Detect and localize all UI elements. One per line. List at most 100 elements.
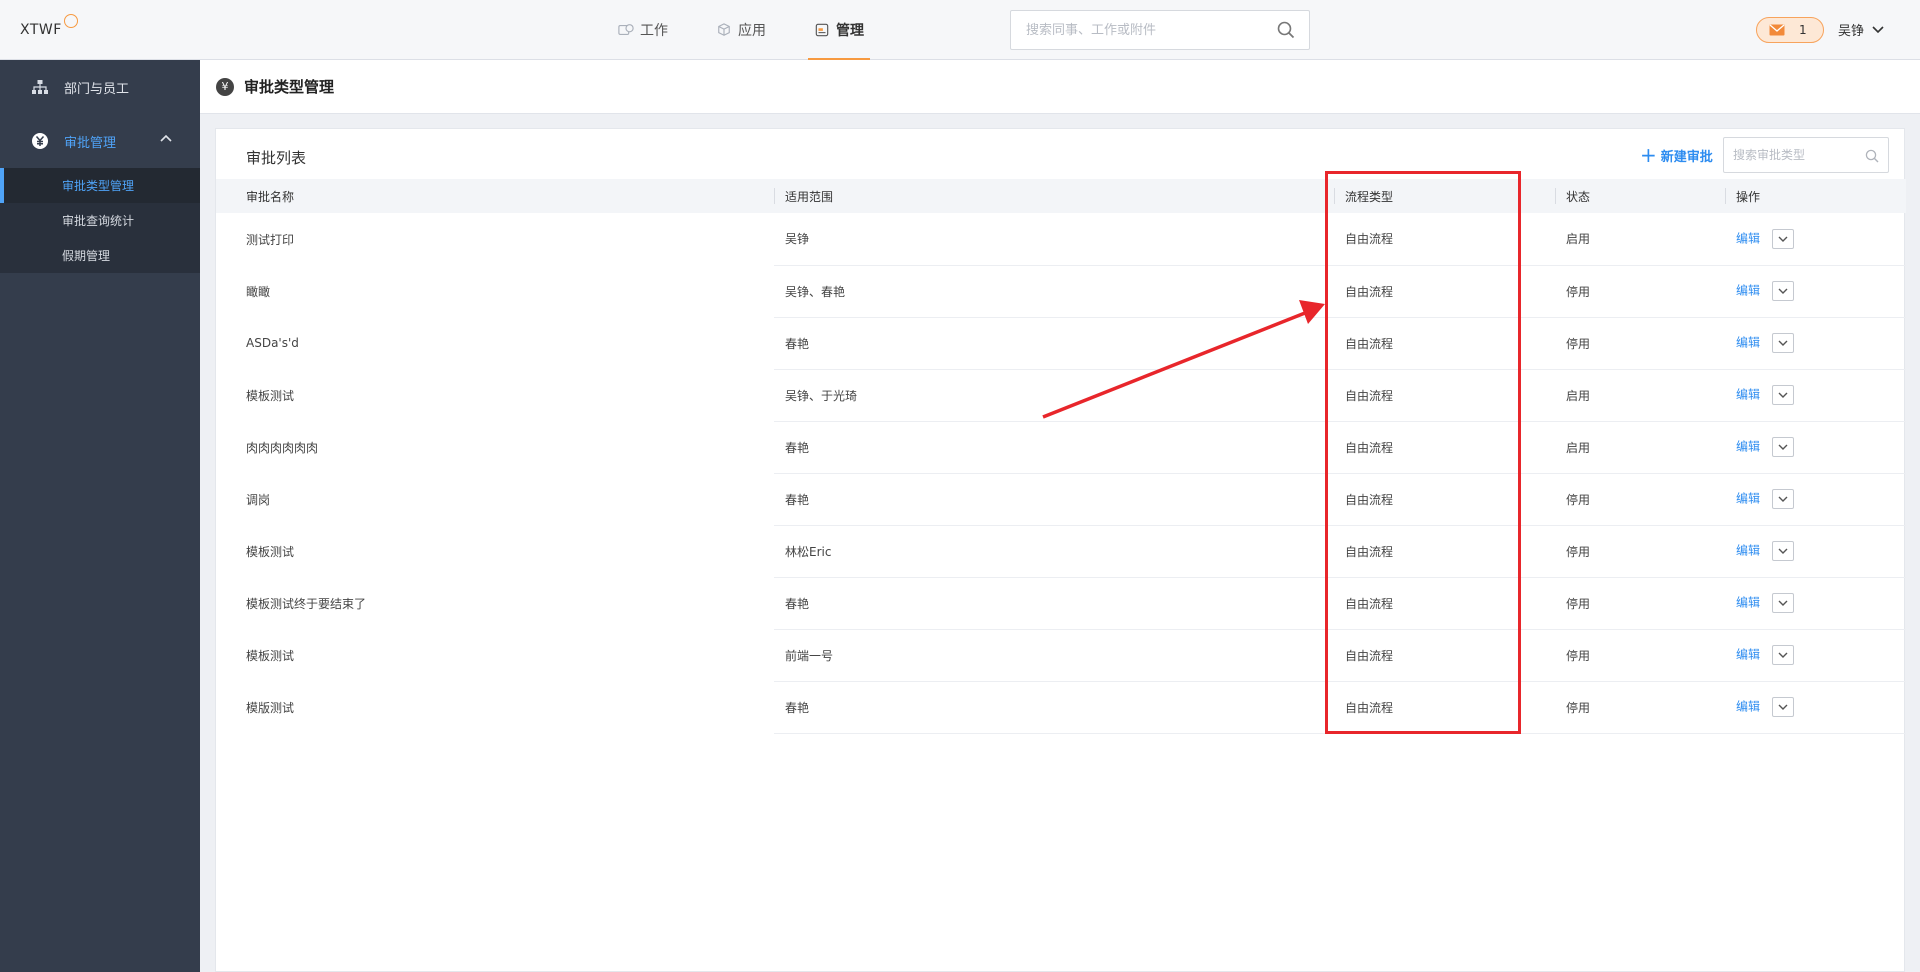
- cell-flow-type: 自由流程: [1334, 473, 1555, 526]
- cell-scope: 春艳: [774, 473, 1334, 526]
- nav-label-apps: 应用: [738, 23, 766, 39]
- cell-approval-name: 调岗: [246, 492, 271, 507]
- table-row[interactable]: 肉肉肉肉肉肉 春艳 自由流程 启用 编辑: [216, 421, 1906, 474]
- search-icon[interactable]: [1865, 149, 1879, 163]
- cell-flow-type: 自由流程: [1334, 213, 1555, 266]
- cell-scope: 前端一号: [774, 629, 1334, 682]
- edit-link[interactable]: 编辑: [1736, 596, 1760, 610]
- column-header-scope[interactable]: 适用范围: [774, 179, 1334, 213]
- cell-scope: 春艳: [774, 681, 1334, 734]
- global-search-input[interactable]: [1011, 11, 1261, 49]
- cell-actions: 编辑: [1725, 681, 1906, 734]
- cell-scope: 吴铮、春艳: [774, 265, 1334, 318]
- user-name: 吴铮: [1838, 24, 1865, 39]
- chevron-down-icon: [1778, 288, 1788, 294]
- more-actions-dropdown[interactable]: [1772, 697, 1795, 717]
- table-row[interactable]: 模板测试终于要结束了 春艳 自由流程 停用 编辑: [216, 577, 1906, 630]
- cell-actions: 编辑: [1725, 369, 1906, 422]
- more-actions-dropdown[interactable]: [1772, 541, 1795, 561]
- column-header-name[interactable]: 审批名称: [216, 179, 774, 213]
- sidebar: 部门与员工 审批管理 审批类型管理 审批查询统计 假期管理: [0, 60, 200, 972]
- cell-scope: 春艳: [774, 317, 1334, 370]
- edit-link[interactable]: 编辑: [1736, 231, 1760, 245]
- edit-link[interactable]: 编辑: [1736, 388, 1760, 402]
- main-nav: 工作 应用 管理: [612, 0, 906, 60]
- nav-item-manage[interactable]: 管理: [808, 0, 870, 60]
- cell-flow-type: 自由流程: [1334, 525, 1555, 578]
- cell-approval-name: 瞰瞰: [246, 284, 271, 299]
- sidebar-subitem-holiday-management[interactable]: 假期管理: [0, 238, 200, 273]
- column-header-flow-type[interactable]: 流程类型: [1334, 179, 1555, 213]
- table-row[interactable]: 模板测试 前端一号 自由流程 停用 编辑: [216, 629, 1906, 682]
- apps-cube-icon: [718, 23, 730, 36]
- chevron-down-icon: [1872, 25, 1884, 33]
- more-actions-dropdown[interactable]: [1772, 437, 1795, 457]
- search-icon[interactable]: [1277, 21, 1295, 39]
- more-actions-dropdown[interactable]: [1772, 385, 1795, 405]
- sidebar-item-approval-management[interactable]: 审批管理: [0, 114, 200, 168]
- table-row[interactable]: 瞰瞰 吴铮、春艳 自由流程 停用 编辑: [216, 265, 1906, 318]
- org-chart-icon: [30, 77, 50, 97]
- table-row[interactable]: 模板测试 吴铮、于光琦 自由流程 启用 编辑: [216, 369, 1906, 422]
- table-row[interactable]: 模板测试 林松Eric 自由流程 停用 编辑: [216, 525, 1906, 578]
- chevron-down-icon: [1778, 496, 1788, 502]
- edit-link[interactable]: 编辑: [1736, 648, 1760, 662]
- cell-flow-type: 自由流程: [1334, 681, 1555, 734]
- table-row[interactable]: 模版测试 春艳 自由流程 停用 编辑: [216, 681, 1906, 734]
- cell-flow-type: 自由流程: [1334, 369, 1555, 422]
- cell-approval-name: 模板测试终于要结束了: [246, 596, 367, 611]
- new-approval-button[interactable]: + 新建审批: [1640, 145, 1713, 165]
- cell-flow-type: 自由流程: [1334, 265, 1555, 318]
- edit-link[interactable]: 编辑: [1736, 492, 1760, 506]
- yen-circle-icon: [30, 131, 50, 151]
- edit-link[interactable]: 编辑: [1736, 284, 1760, 298]
- cell-status: 停用: [1555, 577, 1725, 630]
- cell-flow-type: 自由流程: [1334, 629, 1555, 682]
- cell-flow-type: 自由流程: [1334, 421, 1555, 474]
- work-icon: [618, 24, 634, 36]
- more-actions-dropdown[interactable]: [1772, 333, 1795, 353]
- new-approval-label: 新建审批: [1660, 149, 1713, 165]
- table-row[interactable]: 测试打印 吴铮 自由流程 启用 编辑: [216, 213, 1906, 266]
- cell-status: 启用: [1555, 369, 1725, 422]
- cell-approval-name: 肉肉肉肉肉肉: [246, 440, 319, 455]
- approval-search: [1723, 137, 1889, 173]
- sidebar-label-approval-management: 审批管理: [64, 135, 117, 151]
- more-actions-dropdown[interactable]: [1772, 489, 1795, 509]
- cell-actions: 编辑: [1725, 213, 1906, 266]
- more-actions-dropdown[interactable]: [1772, 645, 1795, 665]
- sidebar-label-departments: 部门与员工: [64, 81, 130, 97]
- edit-link[interactable]: 编辑: [1736, 336, 1760, 350]
- edit-link[interactable]: 编辑: [1736, 544, 1760, 558]
- sidebar-subitem-approval-stats[interactable]: 审批查询统计: [0, 203, 200, 238]
- user-menu[interactable]: 吴铮: [1838, 20, 1884, 39]
- cell-status: 停用: [1555, 681, 1725, 734]
- cell-scope: 吴铮、于光琦: [774, 369, 1334, 422]
- card-title: 审批列表: [246, 149, 307, 167]
- more-actions-dropdown[interactable]: [1772, 281, 1795, 301]
- table-row[interactable]: 调岗 春艳 自由流程 停用 编辑: [216, 473, 1906, 526]
- more-actions-dropdown[interactable]: [1772, 228, 1795, 249]
- nav-label-work: 工作: [640, 23, 668, 39]
- sidebar-item-departments[interactable]: 部门与员工: [0, 60, 200, 114]
- cell-status: 停用: [1555, 265, 1725, 318]
- app-logo[interactable]: XTWF: [20, 14, 78, 38]
- messages-badge[interactable]: 1: [1756, 17, 1824, 43]
- edit-link[interactable]: 编辑: [1736, 700, 1760, 714]
- cell-scope: 春艳: [774, 421, 1334, 474]
- approval-search-input[interactable]: [1724, 138, 1854, 172]
- page-header: ¥ 审批类型管理: [200, 60, 1920, 114]
- edit-link[interactable]: 编辑: [1736, 440, 1760, 454]
- cell-actions: 编辑: [1725, 317, 1906, 370]
- logo-text: XTWF: [20, 22, 62, 38]
- table-row[interactable]: ASDa's'd 春艳 自由流程 停用 编辑: [216, 317, 1906, 370]
- cell-status: 停用: [1555, 317, 1725, 370]
- nav-item-work[interactable]: 工作: [612, 0, 674, 60]
- more-actions-dropdown[interactable]: [1772, 593, 1795, 613]
- page-title: 审批类型管理: [244, 78, 335, 96]
- column-header-status[interactable]: 状态: [1555, 179, 1725, 213]
- sidebar-subitem-approval-types[interactable]: 审批类型管理: [0, 168, 200, 203]
- cell-actions: 编辑: [1725, 265, 1906, 318]
- nav-item-apps[interactable]: 应用: [710, 0, 772, 60]
- cell-status: 停用: [1555, 629, 1725, 682]
